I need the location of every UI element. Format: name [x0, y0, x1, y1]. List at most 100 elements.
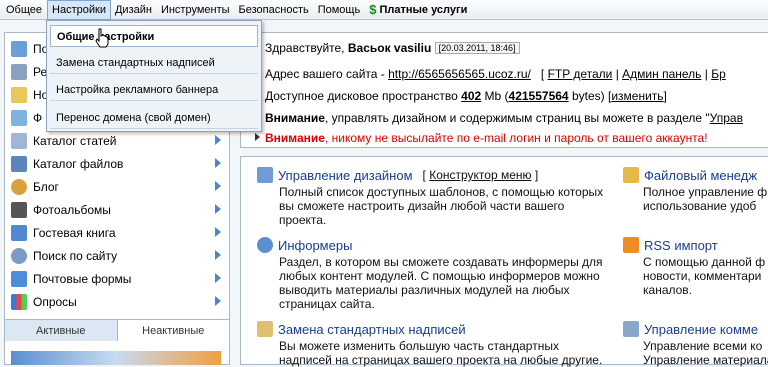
comments-title-link[interactable]: Управление комме [644, 322, 758, 337]
expand-arrow-icon [215, 250, 221, 260]
login-date: [20.03.2011, 18:46] [434, 42, 520, 54]
sidebar-item-polls[interactable]: Опросы [5, 290, 229, 313]
attention-warning-text: , никому не высылайте по e-mail логин и … [324, 131, 708, 145]
dropdown-domain-transfer[interactable]: Перенос домена (свой домен) [50, 107, 258, 129]
hand-cursor-icon [95, 28, 109, 48]
sidebar-item-label: Почтовые формы [33, 271, 132, 286]
menu-tools[interactable]: Инструменты [157, 0, 235, 20]
comments-description: Управление всеми ко Управление материала [643, 339, 768, 367]
informers-title-link[interactable]: Информеры [278, 238, 352, 253]
design-title-link[interactable]: Управление дизайном [278, 168, 413, 183]
change-link[interactable]: изменить [611, 89, 663, 103]
tab-inactive[interactable]: Неактивные [118, 320, 230, 341]
disk-space-label: Доступное дисковое пространство [265, 89, 458, 103]
document-icon [11, 63, 27, 80]
greeting-line: Здравствуйте, Васьок vasiliu [20.03.2011… [255, 41, 520, 55]
mail-icon [11, 270, 27, 287]
guestbook-icon [11, 224, 27, 241]
design-section-link[interactable]: Управ [710, 111, 743, 125]
admin-panel-link[interactable]: Админ панель [622, 67, 701, 81]
dropdown-general-settings[interactable]: Общие настройки [50, 25, 258, 47]
top-menubar: Общее Настройки Дизайн Инструменты Безоп… [0, 0, 768, 20]
attention-line-1: Внимание, управлять дизайном и содержимы… [255, 111, 743, 125]
search-icon [11, 247, 27, 264]
news-icon [11, 86, 27, 103]
desc-line: вы сможете настроить дизайн любой части … [279, 199, 565, 213]
dropdown-ad-banner[interactable]: Настройка рекламного баннера [50, 79, 258, 101]
sidebar-item-files[interactable]: Каталог файлов [5, 152, 229, 175]
pages-icon [11, 40, 27, 57]
desc-line: страницах сайта. [279, 297, 375, 311]
desc-line: проекта. [279, 213, 327, 227]
paid-services-label: Платные услуги [379, 3, 468, 16]
desc-line: Полное управление ф [643, 185, 768, 199]
bullet-icon [255, 133, 260, 141]
expand-arrow-icon [215, 296, 221, 306]
desc-line: Полный список доступных шаблонов, с помо… [279, 185, 604, 199]
card-file-manager: Файловый менедж [623, 167, 757, 183]
disk-bytes-unit: bytes) [571, 89, 605, 103]
expand-arrow-icon [215, 273, 221, 283]
attention-label: Внимание [265, 111, 325, 125]
attention-text: , управлять дизайном и содержимым страни… [324, 111, 710, 125]
articles-icon [11, 132, 27, 149]
sidebar-item-search[interactable]: Поиск по сайту [5, 244, 229, 267]
blog-icon [11, 178, 27, 195]
menu-security[interactable]: Безопасность [235, 0, 314, 20]
disk-mb-value: 402 [461, 89, 482, 103]
sidebar-item-label: Поиск по сайту [33, 248, 118, 263]
design-icon [257, 167, 273, 183]
dropdown-replace-labels[interactable]: Замена стандартных надписей [50, 52, 258, 74]
replace-labels-icon [257, 321, 273, 337]
sidebar-item-label: Ф [33, 110, 43, 125]
sidebar-item-photos[interactable]: Фотоальбомы [5, 198, 229, 221]
rss-icon [623, 237, 639, 253]
site-address-line: Адрес вашего сайта - http://6565656565.u… [255, 67, 726, 81]
rss-import-description: С помощью данной ф новости, комментари к… [643, 255, 765, 297]
sidebar-item-label: Гостевая книга [33, 225, 116, 240]
sidebar-item-label: Опросы [33, 294, 77, 309]
comments-icon [623, 321, 639, 337]
camera-icon [11, 201, 27, 218]
greeting-text: Здравствуйте, [265, 41, 345, 55]
sidebar-item-articles[interactable]: Каталог статей [5, 129, 229, 152]
sidebar-item-guestbook[interactable]: Гостевая книга [5, 221, 229, 244]
file-manager-title-link[interactable]: Файловый менедж [644, 168, 757, 183]
br-link[interactable]: Бр [711, 67, 726, 81]
sidebar-item-blog[interactable]: Блог [5, 175, 229, 198]
desc-line: Вы можете изменить большую часть стандар… [279, 339, 559, 353]
sidebar-item-mailforms[interactable]: Почтовые формы [5, 267, 229, 290]
desc-line: каналов. [643, 283, 693, 297]
disk-space-line: Доступное дисковое пространство 402 Mb (… [255, 89, 667, 103]
expand-arrow-icon [215, 204, 221, 214]
replace-labels-title-link[interactable]: Замена стандартных надписей [278, 322, 466, 337]
card-comments: Управление комме [623, 321, 758, 337]
menu-constructor-link[interactable]: Конструктор меню [429, 168, 531, 182]
desc-line: С помощью данной ф [643, 255, 766, 269]
desc-line: новости, комментари [643, 269, 762, 283]
menu-paid-services[interactable]: $ Платные услуги [365, 0, 472, 20]
card-informers: Информеры [257, 237, 352, 253]
sidebar-banner-image[interactable] [11, 351, 221, 365]
menu-settings[interactable]: Настройки [47, 0, 111, 20]
tab-active[interactable]: Активные [5, 320, 118, 341]
disk-bytes-value: 421557564 [508, 89, 569, 103]
menu-design[interactable]: Дизайн [111, 0, 157, 20]
forum-icon [11, 109, 27, 126]
site-address-link[interactable]: http://6565656565.ucoz.ru/ [388, 67, 531, 81]
expand-arrow-icon [215, 181, 221, 191]
menu-help[interactable]: Помощь [314, 0, 366, 20]
rss-import-title-link[interactable]: RSS импорт [644, 238, 718, 253]
attention-line-2: Внимание, никому не высылайте по e-mail … [255, 131, 708, 145]
card-replace-labels: Замена стандартных надписей [257, 321, 466, 337]
username: Васьок vasiliu [347, 41, 432, 55]
expand-arrow-icon [215, 158, 221, 168]
features-grid: Управление дизайном [ Конструктор меню ]… [240, 156, 768, 367]
informers-description: Раздел, в котором вы сможете создавать и… [279, 255, 603, 311]
sidebar-item-label: Фотоальбомы [33, 202, 111, 217]
menu-general[interactable]: Общее [2, 0, 47, 20]
desc-line: любых контент модулей. С помощью информе… [279, 269, 600, 283]
desc-line: Управление всеми ко [643, 339, 763, 353]
ftp-details-link[interactable]: FTP детали [548, 67, 613, 81]
file-manager-description: Полное управление ф использование удоб [643, 185, 767, 213]
